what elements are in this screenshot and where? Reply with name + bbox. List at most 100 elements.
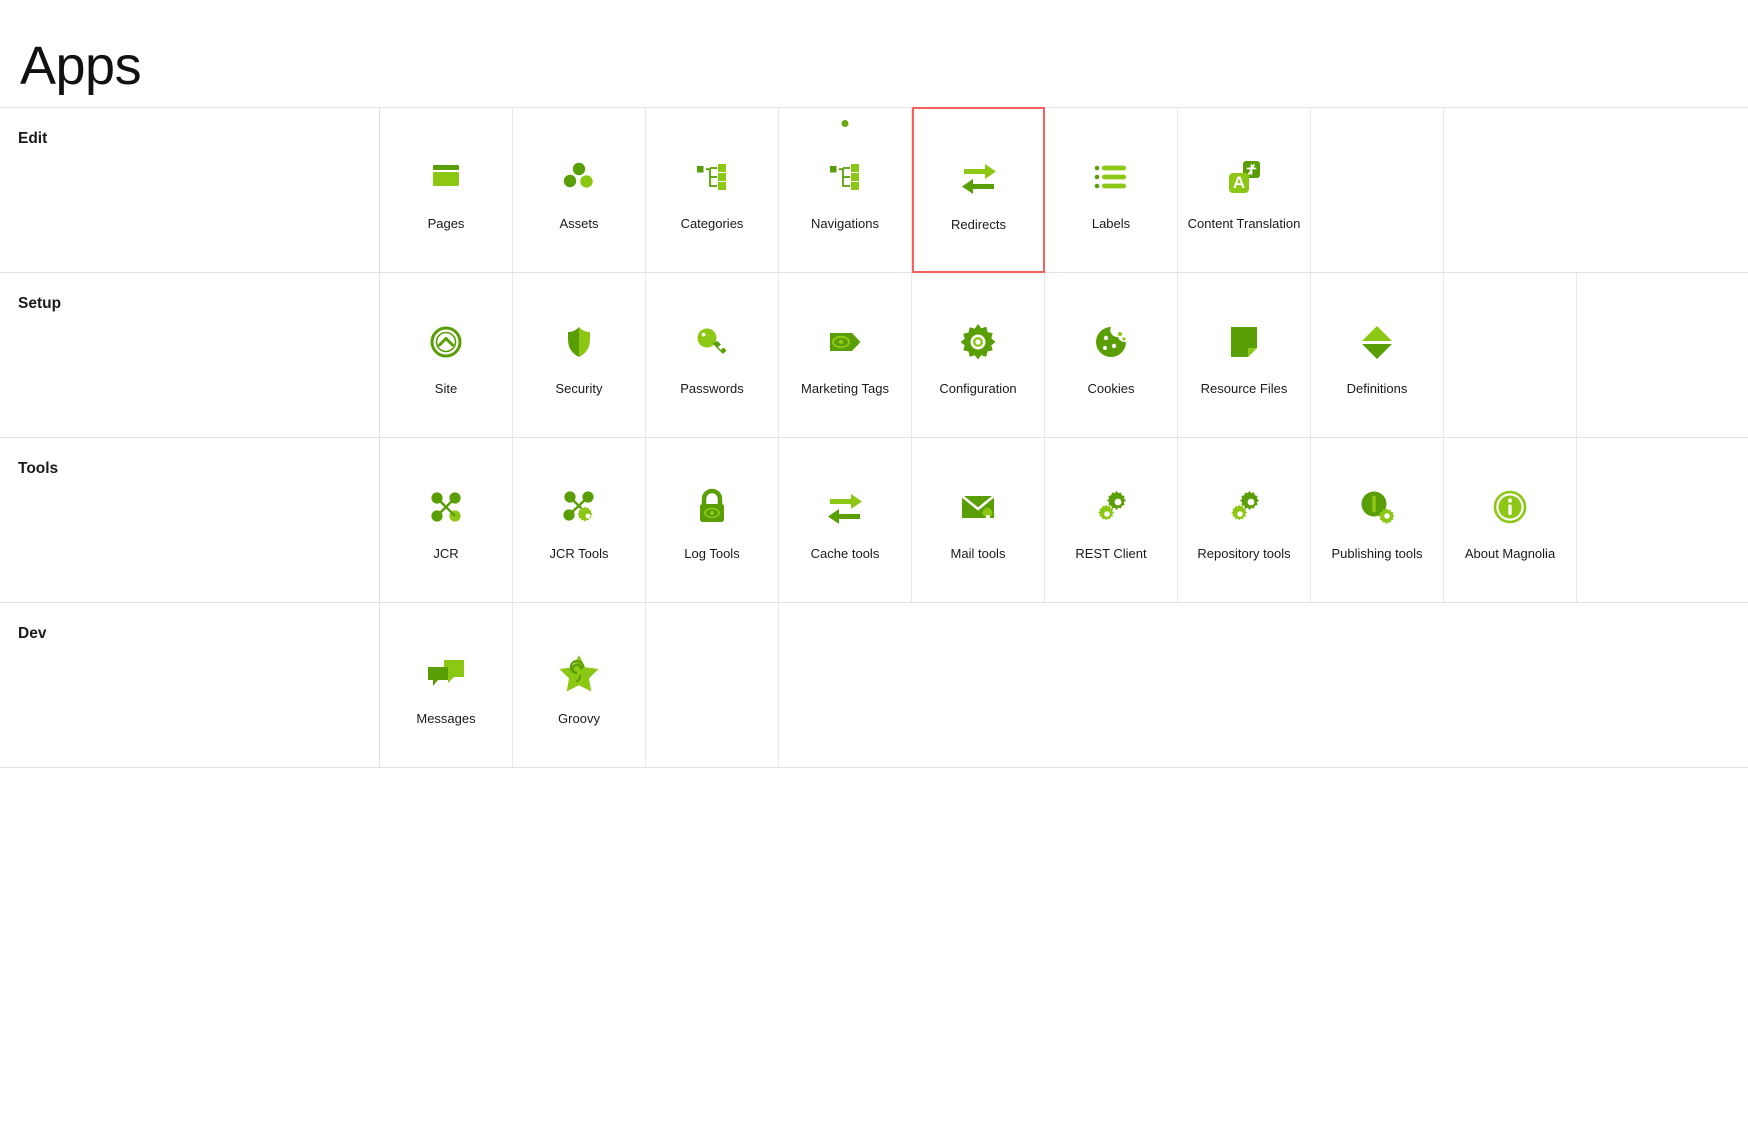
redirects-icon bbox=[955, 149, 1003, 205]
empty-grid-cell bbox=[1444, 273, 1577, 437]
app-tile-messages[interactable]: Messages bbox=[380, 603, 513, 767]
groovy-icon bbox=[555, 644, 603, 700]
app-tile-label: Cache tools bbox=[810, 545, 880, 561]
app-tile-label: Redirects bbox=[951, 216, 1006, 232]
page-header: Apps bbox=[0, 0, 1748, 108]
cookies-icon bbox=[1087, 314, 1135, 370]
categories-icon bbox=[688, 149, 736, 205]
app-tile-label: Mail tools bbox=[950, 545, 1006, 561]
app-tile-definitions[interactable]: Definitions bbox=[1311, 273, 1444, 437]
marketing-tags-icon bbox=[821, 314, 869, 370]
group-label-cell: Tools bbox=[0, 438, 380, 602]
cache-tools-icon bbox=[821, 479, 869, 535]
passwords-icon bbox=[688, 314, 736, 370]
labels-icon bbox=[1087, 149, 1135, 205]
app-group-edit: Edit Pages Assets Categories Navigations Redi… bbox=[0, 107, 1748, 273]
app-tile-label: Content Translation bbox=[1187, 215, 1301, 231]
empty-area bbox=[0, 768, 1748, 1128]
app-tile-mail-tools[interactable]: Mail tools bbox=[912, 438, 1045, 602]
group-label: Tools bbox=[18, 460, 59, 477]
empty-grid-cell bbox=[646, 603, 779, 767]
app-tile-label: Security bbox=[555, 380, 603, 396]
about-magnolia-icon bbox=[1486, 479, 1534, 535]
app-tile-rest-client[interactable]: REST Client bbox=[1045, 438, 1178, 602]
app-tile-label: About Magnolia bbox=[1464, 545, 1556, 561]
app-tile-cookies[interactable]: Cookies bbox=[1045, 273, 1178, 437]
group-label: Dev bbox=[18, 625, 47, 642]
empty-grid-cell bbox=[1311, 108, 1444, 272]
app-tile-jcr[interactable]: JCR bbox=[380, 438, 513, 602]
app-tile-redirects[interactable]: Redirects bbox=[912, 107, 1045, 273]
group-label: Setup bbox=[18, 295, 62, 312]
app-group-tools: Tools JCR JCR Tools Log Tools Cache tools Mai… bbox=[0, 438, 1748, 603]
app-tile-pages[interactable]: Pages bbox=[380, 108, 513, 272]
row-filler bbox=[1577, 438, 1748, 602]
notification-dot bbox=[841, 120, 849, 127]
app-tile-label: Passwords bbox=[680, 380, 744, 396]
navigations-icon bbox=[821, 149, 869, 205]
app-tile-label: Categories bbox=[680, 215, 744, 231]
app-tile-label: Site bbox=[434, 380, 458, 396]
app-tile-site[interactable]: Site bbox=[380, 273, 513, 437]
app-tile-resource-files[interactable]: Resource Files bbox=[1178, 273, 1311, 437]
group-tiles: Site Security Passwords Marketing Tags Confi… bbox=[380, 273, 1748, 437]
definitions-icon bbox=[1353, 314, 1401, 370]
app-tile-publishing-tools[interactable]: Publishing tools bbox=[1311, 438, 1444, 602]
app-tile-about-magnolia[interactable]: About Magnolia bbox=[1444, 438, 1577, 602]
jcr-icon bbox=[422, 479, 470, 535]
app-tile-groovy[interactable]: Groovy bbox=[513, 603, 646, 767]
app-tile-label: Configuration bbox=[939, 380, 1017, 396]
row-filler bbox=[1444, 108, 1748, 272]
group-tiles: Messages Groovy bbox=[380, 603, 1748, 767]
app-group-dev: Dev Messages Groovy bbox=[0, 603, 1748, 768]
app-tile-repository-tools[interactable]: Repository tools bbox=[1178, 438, 1311, 602]
app-tile-marketing-tags[interactable]: Marketing Tags bbox=[779, 273, 912, 437]
group-label-cell: Dev bbox=[0, 603, 380, 767]
app-tile-categories[interactable]: Categories bbox=[646, 108, 779, 272]
app-tile-label: Marketing Tags bbox=[801, 380, 889, 396]
content-translation-icon: A bbox=[1220, 149, 1268, 205]
publishing-tools-icon bbox=[1353, 479, 1401, 535]
group-label-cell: Edit bbox=[0, 108, 380, 272]
app-tile-label: Resource Files bbox=[1200, 380, 1288, 396]
page-title: Apps bbox=[20, 36, 142, 96]
app-group-setup: Setup Site Security Passwords Marketing Tags… bbox=[0, 273, 1748, 438]
group-tiles: Pages Assets Categories Navigations Redirect… bbox=[380, 107, 1748, 273]
app-tile-label: Log Tools bbox=[684, 545, 740, 561]
app-tile-navigations[interactable]: Navigations bbox=[779, 108, 912, 272]
mail-tools-icon bbox=[954, 479, 1002, 535]
resource-files-icon bbox=[1220, 314, 1268, 370]
app-tile-label: Repository tools bbox=[1197, 545, 1291, 561]
row-filler bbox=[779, 603, 1748, 767]
app-tile-label: Labels bbox=[1091, 215, 1131, 231]
app-tile-assets[interactable]: Assets bbox=[513, 108, 646, 272]
app-groups-container: Edit Pages Assets Categories Navigations Redi… bbox=[0, 107, 1748, 768]
app-tile-label: JCR bbox=[433, 545, 459, 561]
configuration-icon bbox=[954, 314, 1002, 370]
svg-text:A: A bbox=[1233, 173, 1245, 192]
app-tile-label: Messages bbox=[416, 710, 476, 726]
group-tiles: JCR JCR Tools Log Tools Cache tools Mail too… bbox=[380, 438, 1748, 602]
app-tile-configuration[interactable]: Configuration bbox=[912, 273, 1045, 437]
app-tile-label: Publishing tools bbox=[1331, 545, 1423, 561]
app-tile-log-tools[interactable]: Log Tools bbox=[646, 438, 779, 602]
app-tile-label: Navigations bbox=[811, 215, 879, 231]
jcr-tools-icon bbox=[555, 479, 603, 535]
app-tile-cache-tools[interactable]: Cache tools bbox=[779, 438, 912, 602]
app-tile-jcr-tools[interactable]: JCR Tools bbox=[513, 438, 646, 602]
group-label-cell: Setup bbox=[0, 273, 380, 437]
rest-client-icon bbox=[1087, 479, 1135, 535]
app-tile-passwords[interactable]: Passwords bbox=[646, 273, 779, 437]
app-tile-labels[interactable]: Labels bbox=[1045, 108, 1178, 272]
security-icon bbox=[555, 314, 603, 370]
row-filler bbox=[1577, 273, 1748, 437]
assets-icon bbox=[555, 149, 603, 205]
app-tile-content-translation[interactable]: A Content Translation bbox=[1178, 108, 1311, 272]
app-tile-label: Definitions bbox=[1346, 380, 1408, 396]
group-label: Edit bbox=[18, 130, 48, 147]
app-tile-label: Pages bbox=[427, 215, 465, 231]
app-tile-label: Assets bbox=[559, 215, 599, 231]
site-icon bbox=[422, 314, 470, 370]
app-tile-security[interactable]: Security bbox=[513, 273, 646, 437]
repository-tools-icon bbox=[1220, 479, 1268, 535]
